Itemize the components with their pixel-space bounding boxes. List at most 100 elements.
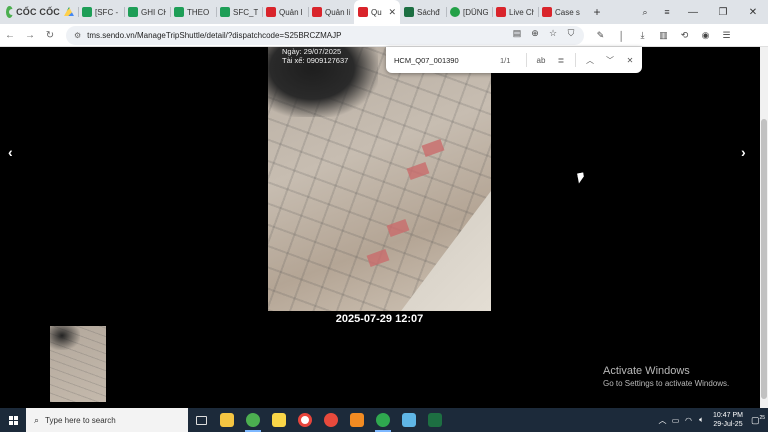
system-tray: ︿ ▭ ◠ 🔈︎ 10:47 PM 29-Jul-25 ▢25 xyxy=(656,408,768,432)
find-divider xyxy=(575,53,576,67)
notification-icon[interactable]: ▢25 xyxy=(748,415,768,426)
tab-7[interactable]: Qu ✕ xyxy=(354,0,400,24)
sendo-favicon-icon xyxy=(496,7,506,17)
url-text[interactable]: tms.sendo.vn/ManageTripShuttle/detail/?d… xyxy=(87,31,341,40)
minimize-button[interactable]: — xyxy=(678,7,708,18)
clock[interactable]: 10:47 PM 29-Jul-25 xyxy=(708,411,748,429)
shield-icon[interactable]: ⛉ xyxy=(562,28,580,39)
volume-icon[interactable]: 🔈︎ xyxy=(695,415,708,425)
app-button[interactable] xyxy=(344,408,370,432)
curb xyxy=(401,191,491,311)
back-button[interactable]: ← xyxy=(0,30,20,41)
reader-mode-icon[interactable]: ▤ xyxy=(508,28,526,39)
excel-icon xyxy=(428,413,442,427)
tab-8[interactable]: Sáchđ xyxy=(400,0,446,24)
reload-button[interactable]: ↻ xyxy=(40,30,60,41)
tab-0[interactable] xyxy=(60,0,78,24)
history-icon[interactable]: ⟲ xyxy=(674,30,695,41)
tab-label: GHI CH xyxy=(141,7,166,17)
tab-11[interactable]: Case sy xyxy=(538,0,584,24)
notification-count: 25 xyxy=(759,414,766,421)
task-view-icon xyxy=(195,415,207,425)
mail-button[interactable] xyxy=(318,408,344,432)
tab-9[interactable]: [DŨNG xyxy=(446,0,492,24)
sheets-favicon-icon xyxy=(174,7,184,17)
thumbnail[interactable] xyxy=(50,326,106,402)
red-brick xyxy=(366,248,390,268)
tab-2[interactable]: GHI CH xyxy=(124,0,170,24)
taskbar-search-placeholder: Type here to search xyxy=(45,415,116,425)
profile-avatar-icon[interactable]: ◉ xyxy=(695,30,716,41)
activate-subtitle: Go to Settings to activate Windows. xyxy=(603,379,730,388)
scroll-thumb[interactable] xyxy=(761,119,767,399)
window-controls: ⌕ ≡ — ❐ ✕ xyxy=(634,0,768,24)
sendo-favicon-icon xyxy=(266,7,276,17)
find-next-button[interactable]: ﹀ xyxy=(600,55,620,66)
address-bar[interactable]: ⚙ tms.sendo.vn/ManageTripShuttle/detail/… xyxy=(66,26,584,45)
coccoc-taskbar-button[interactable] xyxy=(240,408,266,432)
forward-button[interactable]: → xyxy=(20,30,40,41)
zoom-icon[interactable]: ⊕ xyxy=(526,28,544,39)
sheets-favicon-icon xyxy=(82,7,92,17)
file-explorer-button[interactable] xyxy=(214,408,240,432)
chrome-button[interactable] xyxy=(292,408,318,432)
tab-search-icon[interactable]: ⌕ xyxy=(634,7,656,18)
tab-4[interactable]: SFC_TH xyxy=(216,0,262,24)
tab-10[interactable]: Live Ch xyxy=(492,0,538,24)
new-tab-button[interactable]: + xyxy=(590,5,604,19)
find-input[interactable]: HCM_Q07_001390 xyxy=(394,56,494,65)
find-match-count: 1/1 xyxy=(500,55,511,65)
tab-3[interactable]: THEO D xyxy=(170,0,216,24)
download-icon[interactable]: ⤓ xyxy=(632,30,653,41)
taskbar-search[interactable]: ⌕ Type here to search xyxy=(26,408,188,432)
folder-icon xyxy=(220,413,234,427)
chevron-up-icon[interactable]: ︿ xyxy=(656,415,669,426)
red-brick xyxy=(386,218,410,238)
network-icon[interactable]: ◠ xyxy=(682,416,695,425)
photo-driver-overlay: Tài xế: 0909127637 xyxy=(282,56,349,65)
red-brick xyxy=(406,161,430,181)
menu-icon[interactable]: ☰ xyxy=(716,30,737,41)
task-view-button[interactable] xyxy=(188,408,214,432)
sticky-notes-button[interactable] xyxy=(266,408,292,432)
app-icon xyxy=(350,413,364,427)
page-scrollbar[interactable] xyxy=(760,47,768,408)
drive-favicon-icon xyxy=(64,7,74,16)
tab-close-icon[interactable]: ✕ xyxy=(388,7,396,18)
find-previous-button[interactable]: ︿ xyxy=(580,55,600,66)
tab-1[interactable]: [SFC - xyxy=(78,0,124,24)
coccoc-logo-icon xyxy=(6,6,16,18)
next-image-button[interactable]: › xyxy=(741,144,746,160)
coccoc-icon xyxy=(376,413,390,427)
tab-label: Quản lí xyxy=(325,7,350,17)
browser-brand[interactable]: CỐC CỐC xyxy=(0,0,60,24)
close-window-button[interactable]: ✕ xyxy=(738,7,768,18)
restore-button[interactable]: ❐ xyxy=(708,7,738,18)
clock-date: 29-Jul-25 xyxy=(713,421,743,428)
tab-label: [DŨNG xyxy=(463,7,488,17)
tab-label: [SFC - xyxy=(95,7,119,17)
find-bar: HCM_Q07_001390 1/1 ab ≣ ︿ ﹀ ✕ xyxy=(386,47,642,73)
address-bar-actions: ▤ ⊕ ☆ ⛉ xyxy=(508,28,580,39)
activate-title: Activate Windows xyxy=(603,365,690,377)
match-diacritics-icon[interactable]: ≣ xyxy=(551,56,571,65)
notepad-button[interactable] xyxy=(396,408,422,432)
extensions-icon[interactable]: ✎ xyxy=(590,30,611,41)
tab-label: Case sy xyxy=(555,7,580,17)
coccoc-window-button[interactable] xyxy=(370,408,396,432)
extensions-menu-icon[interactable]: ≡ xyxy=(656,7,678,17)
find-close-button[interactable]: ✕ xyxy=(620,56,640,65)
excel-button[interactable] xyxy=(422,408,448,432)
site-info-icon[interactable]: ⚙ xyxy=(74,31,81,40)
tab-5[interactable]: Quản l xyxy=(262,0,308,24)
prev-image-button[interactable]: ‹ xyxy=(8,144,13,160)
battery-icon[interactable]: ▭ xyxy=(669,416,682,425)
sidebar-icon[interactable]: ▥ xyxy=(653,30,674,41)
activate-windows-watermark: Activate Windows Go to Settings to activ… xyxy=(603,365,729,388)
match-case-icon[interactable]: ab xyxy=(531,56,551,65)
tab-label: Quản l xyxy=(279,7,303,17)
bookmark-star-icon[interactable]: ☆ xyxy=(544,28,562,39)
start-button[interactable] xyxy=(0,408,26,432)
sendo-favicon-icon xyxy=(542,7,552,17)
tab-6[interactable]: Quản lí xyxy=(308,0,354,24)
